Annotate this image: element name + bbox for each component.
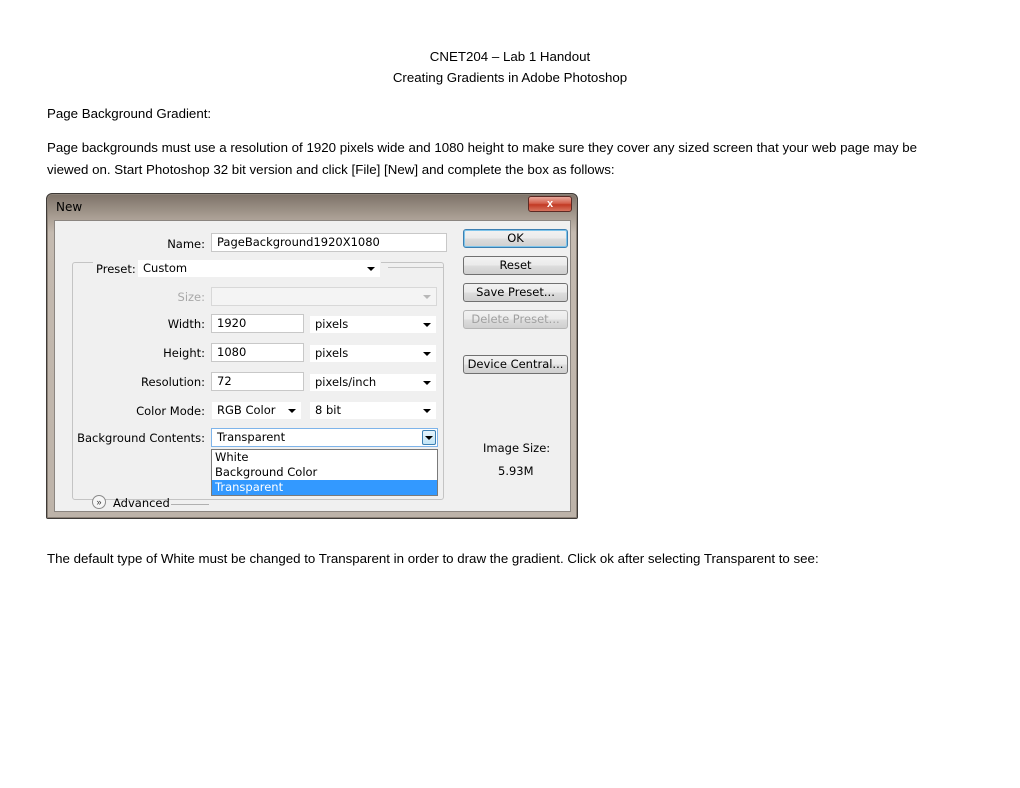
preset-divider: [388, 267, 443, 268]
image-size-value: 5.93M: [498, 464, 534, 478]
paragraph-1-line-2: viewed on. Start Photoshop 32 bit versio…: [47, 162, 615, 177]
color-mode-label: Color Mode:: [136, 404, 205, 418]
save-preset-button[interactable]: Save Preset...: [463, 283, 568, 302]
resolution-label: Resolution:: [141, 375, 205, 389]
dropdown-option-white[interactable]: White: [212, 450, 437, 465]
device-central-button[interactable]: Device Central...: [463, 355, 568, 374]
image-size-label: Image Size:: [483, 441, 551, 455]
dialog-title: New: [56, 200, 83, 214]
size-select[interactable]: [211, 287, 437, 306]
reset-button[interactable]: Reset: [463, 256, 568, 275]
name-field[interactable]: PageBackground1920X1080: [211, 233, 447, 252]
width-field[interactable]: 1920: [211, 314, 304, 333]
bit-depth-value: 8 bit: [315, 403, 341, 417]
chevron-down-icon: [423, 381, 431, 385]
section-heading: Page Background Gradient:: [47, 106, 212, 121]
preset-label: Preset:: [93, 262, 139, 276]
chevron-down-icon: [423, 352, 431, 356]
chevron-down-icon: [367, 267, 375, 271]
background-contents-select[interactable]: Transparent: [211, 428, 438, 447]
size-label: Size:: [177, 290, 205, 304]
width-label: Width:: [167, 317, 205, 331]
chevron-down-icon: [425, 436, 433, 440]
resolution-unit-value: pixels/inch: [315, 375, 377, 389]
background-contents-value: Transparent: [217, 430, 286, 444]
paragraph-2: The default type of White must be change…: [47, 551, 819, 566]
preset-value: Custom: [143, 261, 188, 275]
chevron-down-icon: [423, 323, 431, 327]
new-document-dialog-screenshot: New x Name: PageBackground1920X1080 Pres…: [46, 193, 578, 519]
bit-depth-select[interactable]: 8 bit: [309, 401, 437, 420]
dropdown-option-transparent[interactable]: Transparent: [212, 480, 437, 495]
height-field[interactable]: 1080: [211, 343, 304, 362]
close-icon: x: [546, 198, 554, 210]
dialog-client-area: Name: PageBackground1920X1080 Preset: Cu…: [54, 220, 571, 512]
height-unit-value: pixels: [315, 346, 349, 360]
advanced-label: Advanced: [113, 496, 170, 510]
dropdown-option-background-color[interactable]: Background Color: [212, 465, 437, 480]
document-subtitle: Creating Gradients in Adobe Photoshop: [392, 70, 628, 85]
chevron-down-icon: [423, 295, 431, 299]
background-contents-dropdown-list: White Background Color Transparent: [211, 449, 438, 496]
background-contents-label: Background Contents:: [77, 431, 205, 445]
chevron-down-icon: [423, 409, 431, 413]
color-mode-value: RGB Color: [217, 403, 276, 417]
ok-button[interactable]: OK: [463, 229, 568, 248]
resolution-field[interactable]: 72: [211, 372, 304, 391]
chevron-down-icon: [288, 409, 296, 413]
dropdown-button[interactable]: [422, 430, 436, 445]
height-unit-select[interactable]: pixels: [309, 344, 437, 363]
paragraph-1-line-1: Page backgrounds must use a resolution o…: [47, 140, 917, 155]
resolution-unit-select[interactable]: pixels/inch: [309, 373, 437, 392]
expand-advanced-icon[interactable]: »: [92, 495, 106, 509]
name-label: Name:: [167, 237, 205, 251]
delete-preset-button[interactable]: Delete Preset...: [463, 310, 568, 329]
color-mode-select[interactable]: RGB Color: [211, 401, 302, 420]
close-button[interactable]: x: [528, 196, 572, 212]
width-unit-value: pixels: [315, 317, 349, 331]
height-label: Height:: [163, 346, 205, 360]
preset-select[interactable]: Custom: [137, 259, 381, 278]
advanced-divider: [171, 504, 209, 505]
document-title: CNET204 – Lab 1 Handout: [429, 49, 591, 64]
width-unit-select[interactable]: pixels: [309, 315, 437, 334]
